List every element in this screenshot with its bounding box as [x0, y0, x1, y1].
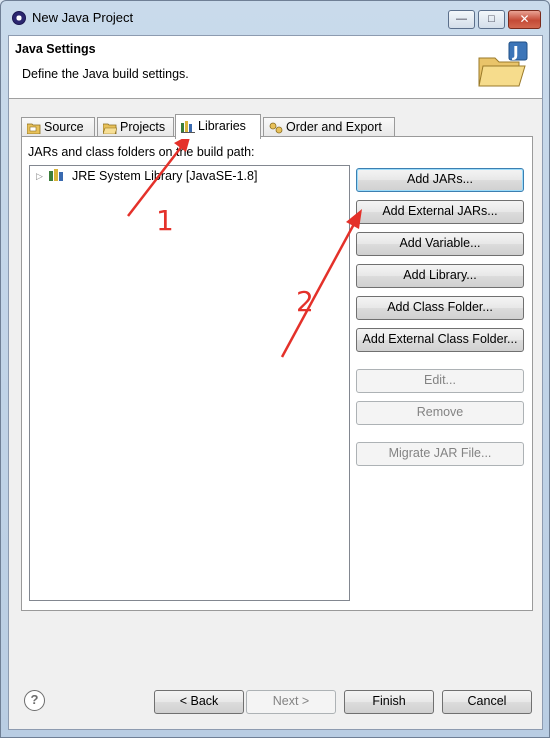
- expand-arrow-icon[interactable]: ▷: [36, 171, 46, 182]
- maximize-button[interactable]: □: [478, 10, 505, 29]
- tab-order-export-label: Order and Export: [286, 120, 382, 134]
- library-icon: [49, 169, 64, 181]
- migrate-jar-file-button[interactable]: Migrate JAR File...: [356, 442, 524, 466]
- source-folder-icon: [27, 123, 41, 134]
- minimize-button[interactable]: —: [448, 10, 475, 29]
- add-external-jars-button[interactable]: Add External JARs...: [356, 200, 524, 224]
- tab-projects[interactable]: Projects: [97, 117, 174, 138]
- back-button[interactable]: < Back: [154, 690, 244, 714]
- tab-libraries[interactable]: Libraries: [175, 114, 261, 139]
- tab-libraries-label: Libraries: [198, 119, 246, 133]
- annotation-label-2: 2: [296, 285, 314, 318]
- edit-button[interactable]: Edit...: [356, 369, 524, 393]
- build-path-label: JARs and class folders on the build path…: [28, 145, 255, 159]
- eclipse-icon: [12, 11, 26, 25]
- finish-button[interactable]: Finish: [344, 690, 434, 714]
- cancel-button[interactable]: Cancel: [442, 690, 532, 714]
- libraries-icon: [181, 121, 195, 133]
- page-description: Define the Java build settings.: [22, 67, 189, 81]
- tab-order-and-export[interactable]: Order and Export: [263, 117, 395, 138]
- projects-folder-icon: [103, 123, 117, 134]
- libraries-panel: JARs and class folders on the build path…: [21, 136, 533, 611]
- annotation-label-1: 1: [156, 204, 174, 237]
- page-title: Java Settings: [15, 42, 96, 56]
- close-button[interactable]: ✕: [508, 10, 541, 29]
- tab-source-label: Source: [44, 120, 84, 134]
- add-library-button[interactable]: Add Library...: [356, 264, 524, 288]
- title-bar[interactable]: New Java Project — □ ✕: [1, 1, 549, 35]
- add-class-folder-button[interactable]: Add Class Folder...: [356, 296, 524, 320]
- tab-projects-label: Projects: [120, 120, 166, 134]
- build-path-tree[interactable]: ▷ JRE System Library [JavaSE-1.8]: [29, 165, 350, 601]
- java-project-wizard-icon: J: [478, 41, 528, 87]
- tab-source[interactable]: Source: [21, 117, 95, 138]
- add-jars-button[interactable]: Add JARs...: [356, 168, 524, 192]
- order-export-icon: [269, 122, 283, 134]
- help-icon[interactable]: ?: [24, 690, 45, 711]
- dialog-body: Java Settings Define the Java build sett…: [8, 35, 543, 730]
- next-button[interactable]: Next >: [246, 690, 336, 714]
- svg-text:J: J: [512, 43, 519, 61]
- tree-item-label: JRE System Library [JavaSE-1.8]: [71, 169, 258, 183]
- window-title: New Java Project: [32, 10, 134, 25]
- add-external-class-folder-button[interactable]: Add External Class Folder...: [356, 328, 524, 352]
- remove-button[interactable]: Remove: [356, 401, 524, 425]
- dialog-window: New Java Project — □ ✕ Java Settings Def…: [0, 0, 550, 738]
- wizard-header: Java Settings Define the Java build sett…: [9, 36, 542, 99]
- add-variable-button[interactable]: Add Variable...: [356, 232, 524, 256]
- tree-item-jre[interactable]: ▷ JRE System Library [JavaSE-1.8]: [36, 169, 257, 185]
